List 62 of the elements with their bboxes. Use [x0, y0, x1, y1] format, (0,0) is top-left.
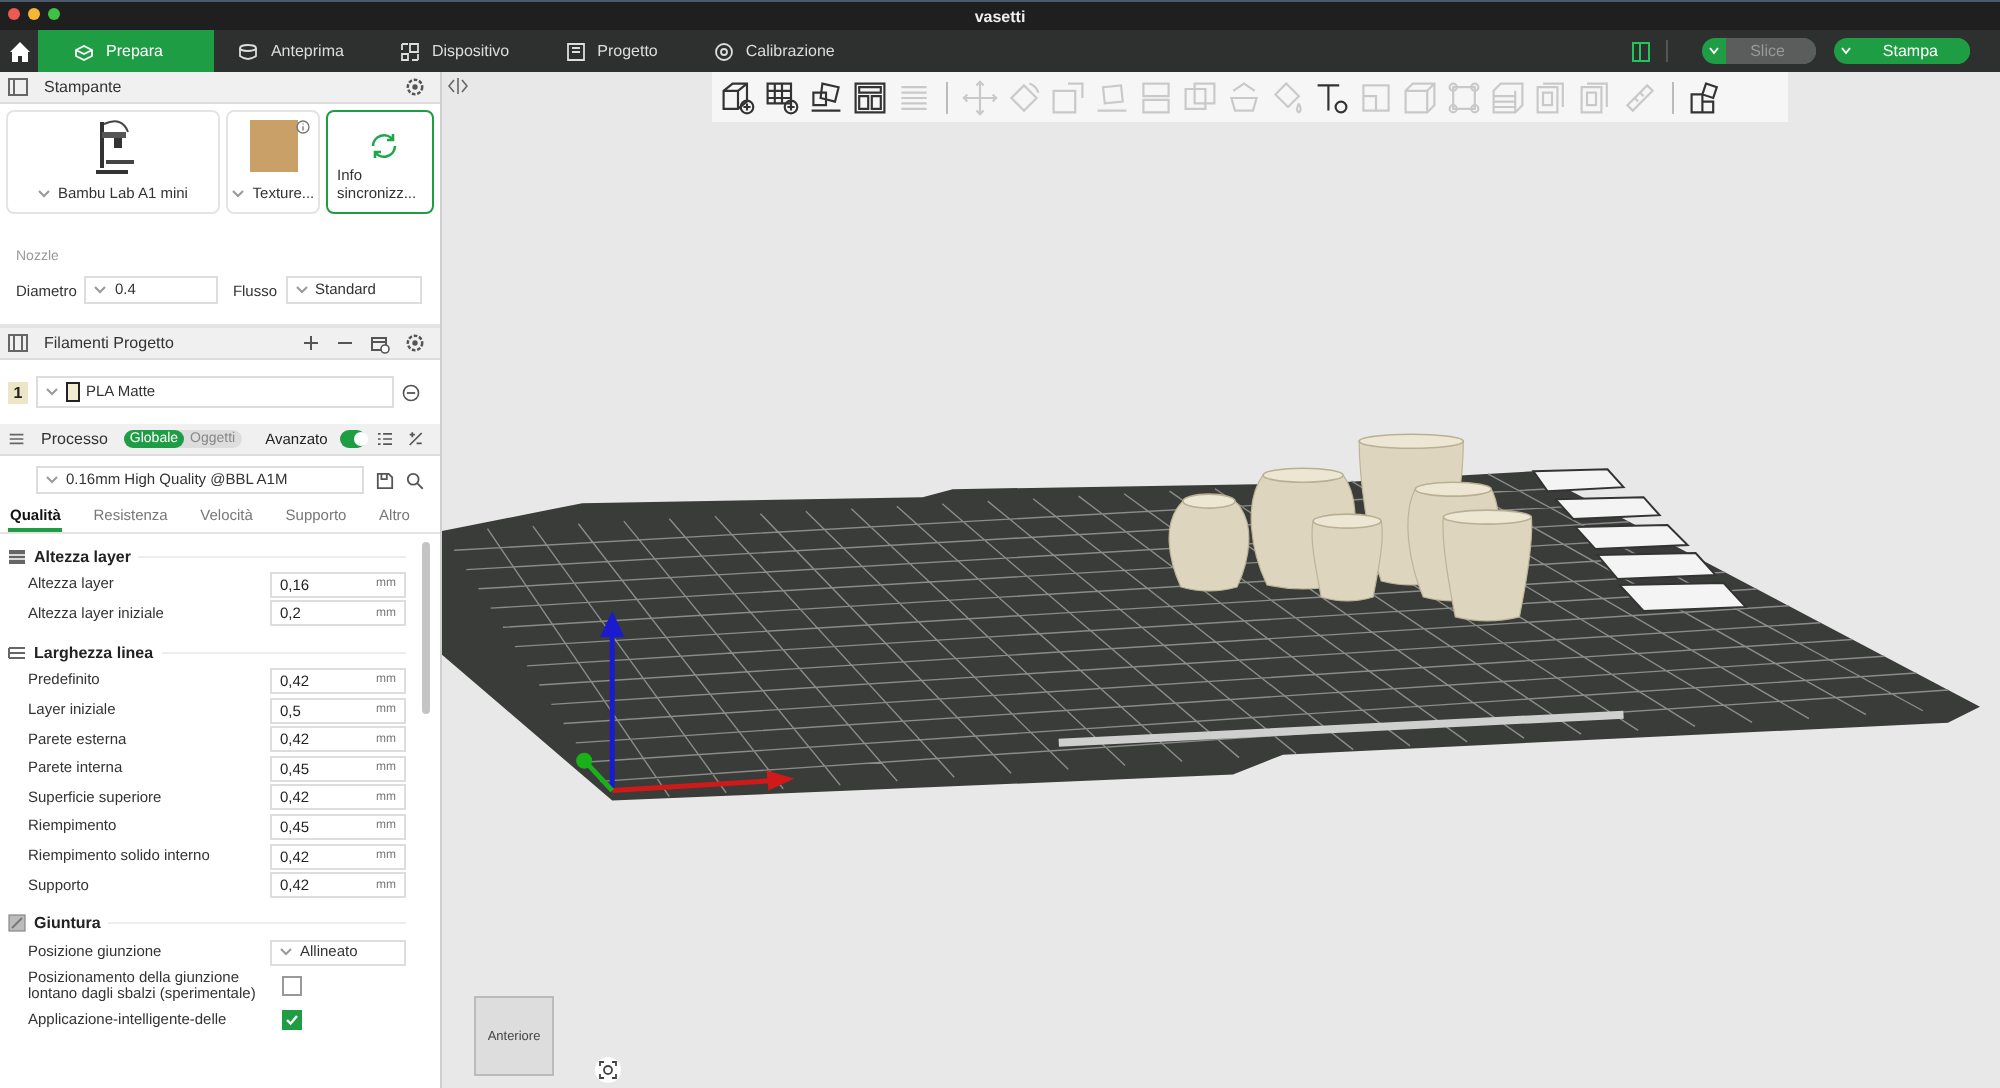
- section-title: Processo: [41, 430, 108, 448]
- printer-icon: [8, 78, 28, 96]
- chevron-icon: [94, 286, 107, 295]
- checkbox[interactable]: [282, 1010, 302, 1031]
- panel-icon[interactable]: [1632, 41, 1651, 61]
- compare-icon[interactable]: [408, 430, 424, 448]
- group-title: Larghezza linea: [34, 643, 154, 662]
- chevron-icon: [46, 476, 58, 485]
- group-title: Giuntura: [34, 914, 101, 933]
- home-icon: [7, 39, 31, 63]
- puzzle-icon[interactable]: [1688, 79, 1724, 115]
- cylinder-icon: [238, 41, 259, 61]
- filament-icon: [8, 334, 28, 352]
- nav-tab[interactable]: Calibrazione: [689, 30, 867, 72]
- advanced-switch[interactable]: [339, 430, 366, 448]
- minimize-window-button[interactable]: [28, 8, 40, 20]
- chevron-icon: [280, 948, 292, 957]
- calendar-icon[interactable]: [370, 333, 390, 353]
- settings-icon[interactable]: [406, 334, 424, 352]
- layout-icon[interactable]: [852, 79, 888, 115]
- settings-icon[interactable]: [406, 78, 424, 96]
- focus-icon[interactable]: [594, 1056, 622, 1084]
- add-grid-icon[interactable]: [764, 79, 800, 115]
- group-title: Altezza layer: [34, 547, 131, 565]
- line-width-icon: [8, 643, 26, 662]
- target-icon: [713, 41, 734, 61]
- window-title: vasetti: [974, 7, 1026, 25]
- seam-icon: [8, 914, 26, 933]
- plate-icon: [247, 116, 300, 176]
- search-icon[interactable]: [406, 471, 424, 489]
- print-button[interactable]: Stampa: [1834, 38, 1970, 64]
- close-window-button[interactable]: [8, 8, 20, 20]
- nav-tab[interactable]: Prepara: [38, 30, 215, 72]
- chevron-icon: [46, 388, 58, 396]
- section-title: Stampante: [44, 78, 122, 96]
- text-tool-icon[interactable]: [1314, 79, 1350, 115]
- nav-tab[interactable]: Dispositivo: [375, 30, 542, 72]
- arrange-icon[interactable]: [808, 79, 844, 115]
- checkbox[interactable]: [282, 975, 302, 996]
- add-icon[interactable]: [302, 334, 320, 352]
- info-icon[interactable]: [296, 120, 311, 134]
- scrollbar-thumb[interactable]: [422, 542, 430, 714]
- nav-tab[interactable]: Anteprima: [214, 30, 376, 72]
- filament-index: 1: [8, 381, 28, 403]
- chevron-icon: [232, 190, 245, 199]
- chevron-icon: [37, 190, 50, 199]
- device-icon: [399, 41, 420, 61]
- save-icon[interactable]: [376, 471, 394, 489]
- layer-height-icon: [8, 547, 26, 565]
- chevron-icon: [295, 286, 308, 295]
- box-icon: [74, 41, 94, 61]
- maximize-window-button[interactable]: [48, 8, 60, 20]
- layers-icon: [8, 430, 26, 448]
- section-title: Filamenti Progetto: [44, 334, 174, 352]
- list-icon[interactable]: [377, 430, 393, 448]
- remove-icon[interactable]: [402, 383, 420, 401]
- sync-icon: [368, 130, 401, 162]
- nav-tab[interactable]: Progetto: [541, 30, 690, 72]
- add-cube-icon[interactable]: [720, 79, 756, 115]
- collapse-icon[interactable]: [448, 78, 468, 94]
- vases-drawing[interactable]: [1168, 433, 1533, 622]
- document-icon: [565, 41, 586, 61]
